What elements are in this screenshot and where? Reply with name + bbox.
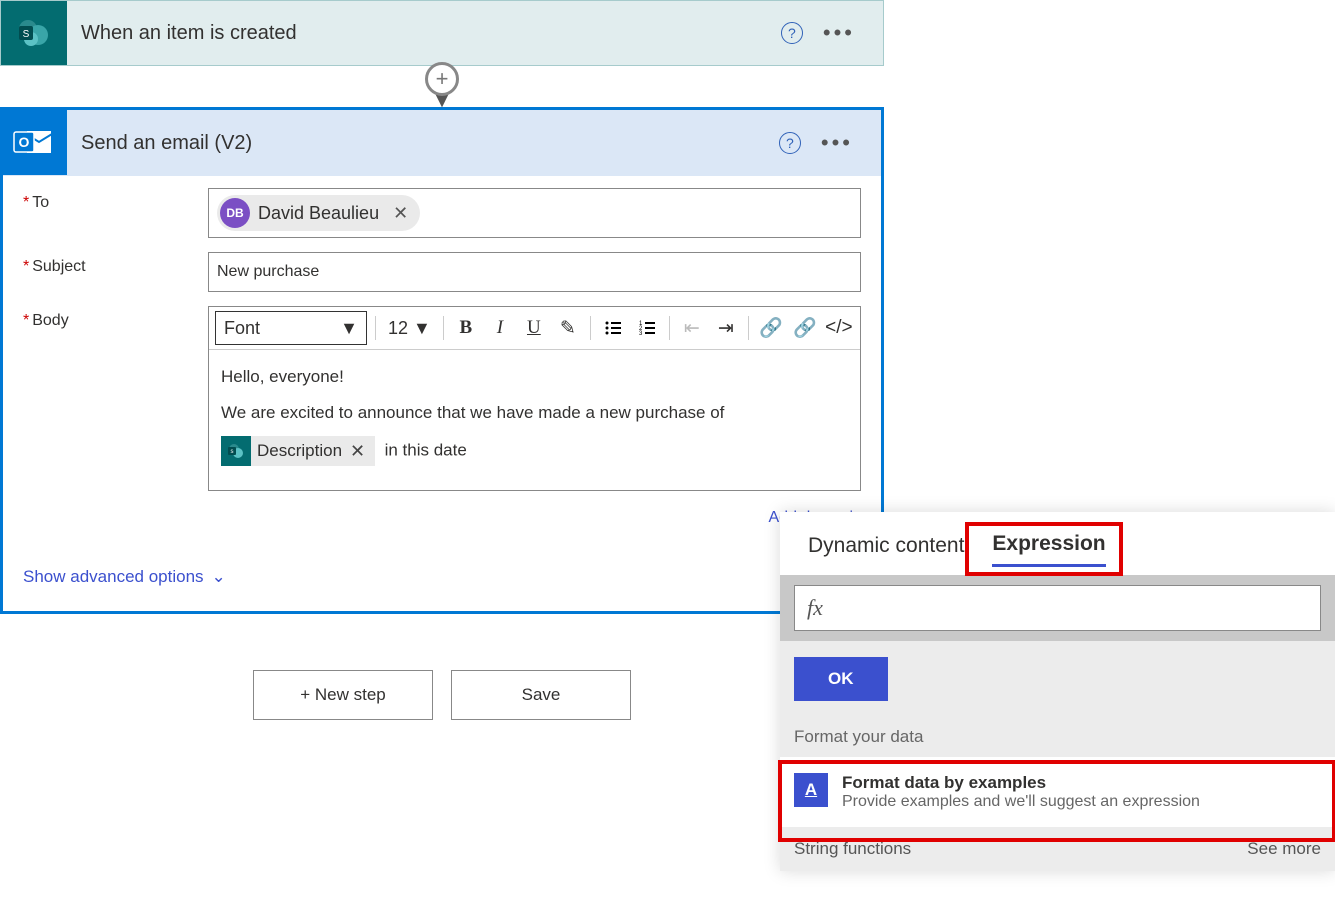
trigger-title: When an item is created xyxy=(67,22,781,45)
add-action-button[interactable]: + xyxy=(425,62,459,96)
svg-text:s: s xyxy=(231,449,234,455)
show-advanced-options[interactable]: Show advanced options⌄ xyxy=(23,567,226,586)
dynamic-token: s Description ✕ xyxy=(221,436,375,466)
outlook-icon: O xyxy=(1,109,67,175)
avatar: DB xyxy=(220,198,250,228)
subject-input[interactable]: New purchase xyxy=(208,252,861,292)
chevron-down-icon: ⌄ xyxy=(212,567,226,587)
font-select[interactable]: Font▼ xyxy=(215,311,367,345)
expression-input[interactable]: fx xyxy=(794,585,1321,631)
section-format-your-data: Format your data xyxy=(780,717,1335,757)
annotation-box xyxy=(965,522,1123,576)
font-size-select[interactable]: 12 ▼ xyxy=(384,318,435,339)
body-line: We are excited to announce that we have … xyxy=(221,400,848,426)
number-list-button[interactable]: 123 xyxy=(633,314,661,342)
remove-token-icon[interactable]: ✕ xyxy=(346,438,369,464)
more-icon[interactable]: ••• xyxy=(821,130,853,156)
to-input[interactable]: DB David Beaulieu ✕ xyxy=(208,188,861,238)
remove-recipient-icon[interactable]: ✕ xyxy=(389,203,412,224)
italic-button[interactable]: I xyxy=(486,314,514,342)
body-text: in this date xyxy=(385,440,467,459)
indent-button[interactable]: ⇥ xyxy=(712,314,740,342)
tab-dynamic-content[interactable]: Dynamic content xyxy=(808,534,964,566)
subject-label: *Subject xyxy=(23,252,208,292)
body-label: *Body xyxy=(23,306,208,491)
action-title: Send an email (V2) xyxy=(67,132,779,155)
link-button[interactable]: 🔗 xyxy=(757,314,785,342)
outdent-button[interactable]: ⇤ xyxy=(678,314,706,342)
svg-text:3: 3 xyxy=(639,331,643,337)
unlink-button[interactable]: 🔗 xyxy=(791,314,819,342)
see-more-link[interactable]: See more xyxy=(1247,839,1321,859)
connector: + ▼ xyxy=(0,66,884,107)
body-line: Hello, everyone! xyxy=(221,364,848,390)
help-icon[interactable]: ? xyxy=(779,132,801,154)
to-label: *To xyxy=(23,188,208,238)
more-icon[interactable]: ••• xyxy=(823,20,855,46)
body-editor[interactable]: Hello, everyone! We are excited to annou… xyxy=(209,350,860,490)
svg-text:S: S xyxy=(23,29,30,40)
trigger-card[interactable]: S When an item is created ? ••• xyxy=(0,0,884,66)
section-string-functions: String functions xyxy=(794,839,911,859)
bold-button[interactable]: B xyxy=(452,314,480,342)
sharepoint-icon: S xyxy=(1,1,67,65)
action-header[interactable]: O Send an email (V2) ? ••• xyxy=(3,110,881,176)
body-line-with-token: s Description ✕ in this date xyxy=(221,436,848,466)
ok-button[interactable]: OK xyxy=(794,657,888,701)
editor-toolbar: Font▼ 12 ▼ B I U ✎ xyxy=(209,307,860,350)
token-label: Description xyxy=(257,438,342,464)
action-card: O Send an email (V2) ? ••• *To DB David … xyxy=(0,107,884,614)
annotation-box xyxy=(778,760,1335,842)
code-view-button[interactable]: </> xyxy=(825,314,853,342)
underline-button[interactable]: U xyxy=(520,314,548,342)
svg-text:O: O xyxy=(19,134,30,150)
bullet-list-button[interactable] xyxy=(599,314,627,342)
recipient-pill: DB David Beaulieu ✕ xyxy=(217,195,420,231)
new-step-button[interactable]: + New step xyxy=(253,670,433,720)
help-icon[interactable]: ? xyxy=(781,22,803,44)
save-button[interactable]: Save xyxy=(451,670,631,720)
sharepoint-small-icon: s xyxy=(221,436,251,466)
color-button[interactable]: ✎ xyxy=(554,314,582,342)
recipient-name: David Beaulieu xyxy=(258,203,379,224)
